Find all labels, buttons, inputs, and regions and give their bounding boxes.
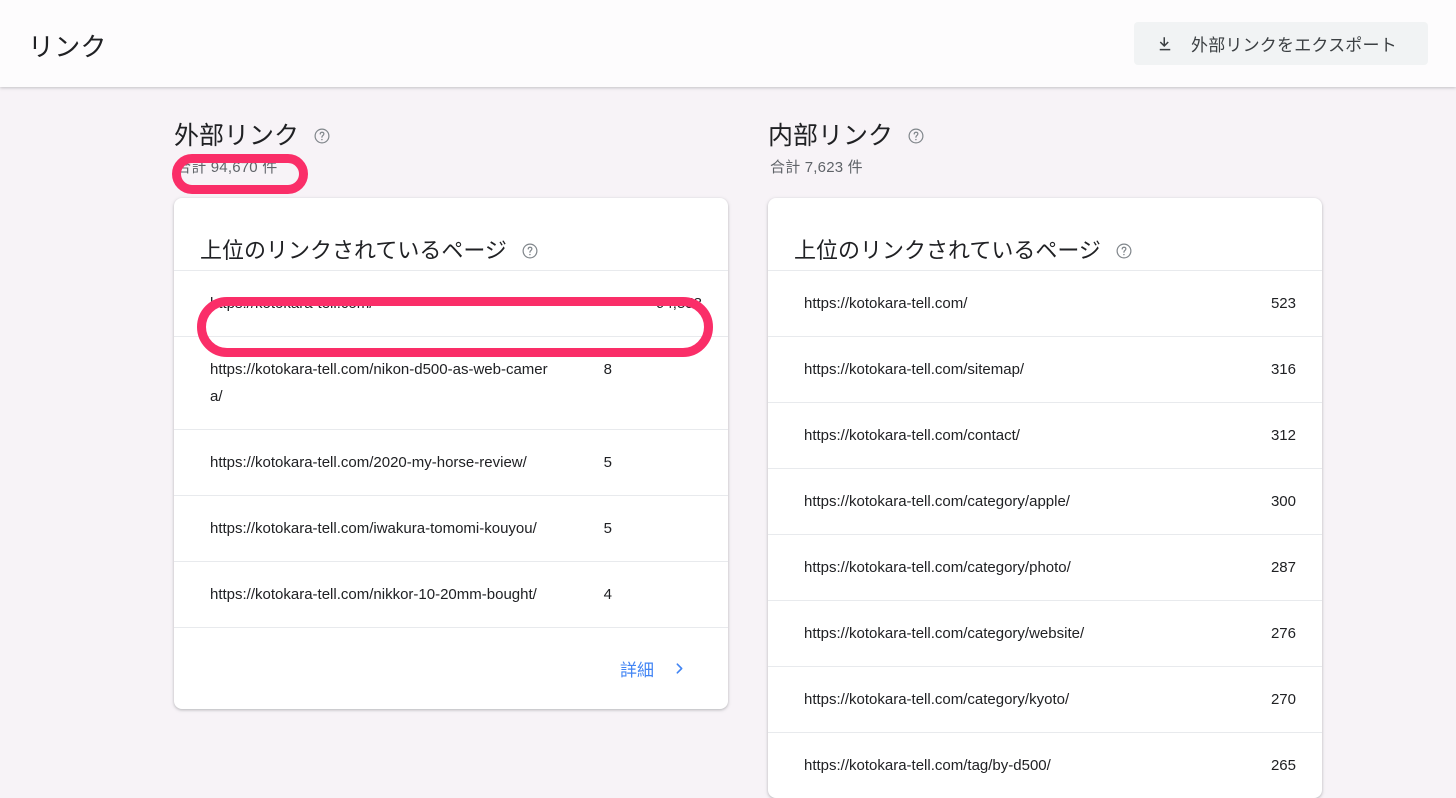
row-count: 276 — [1270, 625, 1296, 642]
table-row[interactable]: https://kotokara-tell.com/nikkor-10-20mm… — [174, 561, 728, 627]
row-count: 287 — [1270, 559, 1296, 576]
row-count: 270 — [1270, 691, 1296, 708]
internal-links-column: 内部リンク 合計 7,623 件 上位のリンクされているページ https://… — [768, 87, 1322, 798]
external-links-column: 外部リンク 合計 94,670 件 上位のリンクされているページ https:/… — [174, 87, 728, 709]
table-row[interactable]: https://kotokara-tell.com/ 94,558 — [174, 270, 728, 336]
help-icon[interactable] — [521, 238, 539, 260]
app-header: リンク 外部リンクをエクスポート — [0, 0, 1456, 87]
page-title: リンク — [28, 32, 107, 62]
table-row[interactable]: https://kotokara-tell.com/category/photo… — [768, 534, 1322, 600]
table-row[interactable]: https://kotokara-tell.com/2020-my-horse-… — [174, 429, 728, 495]
row-url: https://kotokara-tell.com/category/kyoto… — [804, 691, 1070, 708]
external-top-linked-pages-card: 上位のリンクされているページ https://kotokara-tell.com… — [174, 198, 728, 709]
row-url: https://kotokara-tell.com/ — [210, 295, 374, 312]
row-count: 5 — [603, 454, 612, 471]
row-url: https://kotokara-tell.com/contact/ — [804, 427, 1020, 444]
internal-top-linked-pages-card: 上位のリンクされているページ https://kotokara-tell.com… — [768, 198, 1322, 798]
row-count: 5 — [603, 520, 612, 537]
row-count: 4 — [603, 586, 612, 603]
external-links-section-header: 外部リンク — [174, 118, 728, 150]
table-row[interactable]: https://kotokara-tell.com/category/kyoto… — [768, 666, 1322, 732]
internal-links-section-header: 内部リンク — [768, 118, 1322, 150]
internal-card-title: 上位のリンクされているページ — [794, 238, 1101, 263]
more-details-label: 詳細 — [620, 661, 654, 680]
row-count: 523 — [1270, 295, 1296, 312]
row-url: https://kotokara-tell.com/category/apple… — [804, 493, 1070, 510]
row-url: https://kotokara-tell.com/sitemap/ — [804, 361, 1025, 378]
export-button-label: 外部リンクをエクスポート — [1191, 36, 1397, 55]
row-url: https://kotokara-tell.com/nikon-d500-as-… — [210, 361, 548, 405]
row-url: https://kotokara-tell.com/category/photo… — [804, 559, 1071, 576]
row-count: 8 — [603, 361, 612, 378]
table-row[interactable]: https://kotokara-tell.com/ 523 — [768, 270, 1322, 336]
table-row[interactable]: https://kotokara-tell.com/tag/by-d500/ 2… — [768, 732, 1322, 798]
external-card-title: 上位のリンクされているページ — [200, 238, 507, 263]
internal-card-header: 上位のリンクされているページ — [768, 198, 1322, 270]
external-links-total: 合計 94,670 件 — [176, 159, 278, 176]
table-row[interactable]: https://kotokara-tell.com/nikon-d500-as-… — [174, 336, 728, 429]
row-url: https://kotokara-tell.com/2020-my-horse-… — [210, 454, 527, 471]
help-icon[interactable] — [1115, 238, 1133, 260]
table-row[interactable]: https://kotokara-tell.com/contact/ 312 — [768, 402, 1322, 468]
external-links-title: 外部リンク — [174, 122, 300, 150]
chevron-right-icon — [673, 662, 686, 675]
help-icon[interactable] — [313, 123, 331, 145]
row-url: https://kotokara-tell.com/ — [804, 295, 968, 312]
external-more-details-link[interactable]: 詳細 — [620, 656, 686, 681]
help-icon[interactable] — [907, 123, 925, 145]
external-card-header: 上位のリンクされているページ — [174, 198, 728, 270]
row-url: https://kotokara-tell.com/nikkor-10-20mm… — [210, 586, 537, 603]
table-row[interactable]: https://kotokara-tell.com/category/apple… — [768, 468, 1322, 534]
row-count: 94,558 — [656, 295, 702, 312]
main-content: 外部リンク 合計 94,670 件 上位のリンクされているページ https:/… — [0, 87, 1456, 798]
row-count: 300 — [1270, 493, 1296, 510]
table-row[interactable]: https://kotokara-tell.com/sitemap/ 316 — [768, 336, 1322, 402]
internal-links-title: 内部リンク — [768, 122, 894, 150]
external-card-footer: 詳細 — [174, 627, 728, 709]
table-row[interactable]: https://kotokara-tell.com/category/websi… — [768, 600, 1322, 666]
row-count: 265 — [1270, 757, 1296, 774]
row-url: https://kotokara-tell.com/category/websi… — [804, 625, 1085, 642]
row-count: 316 — [1270, 361, 1296, 378]
download-icon — [1156, 35, 1174, 53]
internal-links-total: 合計 7,623 件 — [770, 159, 863, 176]
row-count: 312 — [1270, 427, 1296, 444]
table-row[interactable]: https://kotokara-tell.com/iwakura-tomomi… — [174, 495, 728, 561]
export-external-links-button[interactable]: 外部リンクをエクスポート — [1134, 22, 1428, 65]
row-url: https://kotokara-tell.com/iwakura-tomomi… — [210, 520, 537, 537]
row-url: https://kotokara-tell.com/tag/by-d500/ — [804, 757, 1051, 774]
